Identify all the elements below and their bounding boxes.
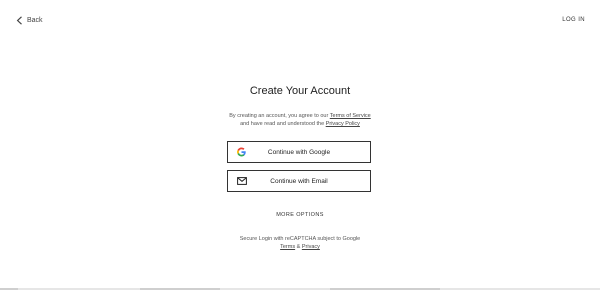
recaptcha-line: Secure Login with reCAPTCHA subject to G… [239,236,361,242]
privacy-policy-link[interactable]: Privacy Policy [326,121,360,127]
terms-of-service-link[interactable]: Terms of Service [330,113,371,119]
back-link[interactable]: Back [16,16,43,25]
chevron-left-icon [16,16,23,25]
agreement-text: By creating an account, you agree to our… [0,112,600,128]
mail-icon [237,177,247,185]
recaptcha-privacy-link[interactable]: Privacy [302,244,320,250]
recaptcha-notice: Secure Login with reCAPTCHA subject to G… [0,235,600,251]
login-link[interactable]: LOG IN [562,17,585,23]
email-button-label: Continue with Email [270,177,328,185]
recaptcha-terms-link[interactable]: Terms [280,244,295,250]
agreement-middle: and have read and understood the [240,121,326,127]
google-button-label: Continue with Google [267,148,331,156]
page-title: Create Your Account [249,85,351,97]
continue-with-email-button[interactable]: Continue with Email [227,170,371,192]
more-options: MORE OPTIONS [0,212,600,218]
continue-with-google-button[interactable]: Continue with Google [227,141,371,163]
agreement-prefix: By creating an account, you agree to our [229,113,330,119]
recaptcha-amp: & [295,244,302,250]
google-icon [237,147,246,157]
more-options-link[interactable]: MORE OPTIONS [276,212,324,218]
back-label: Back [27,17,43,24]
